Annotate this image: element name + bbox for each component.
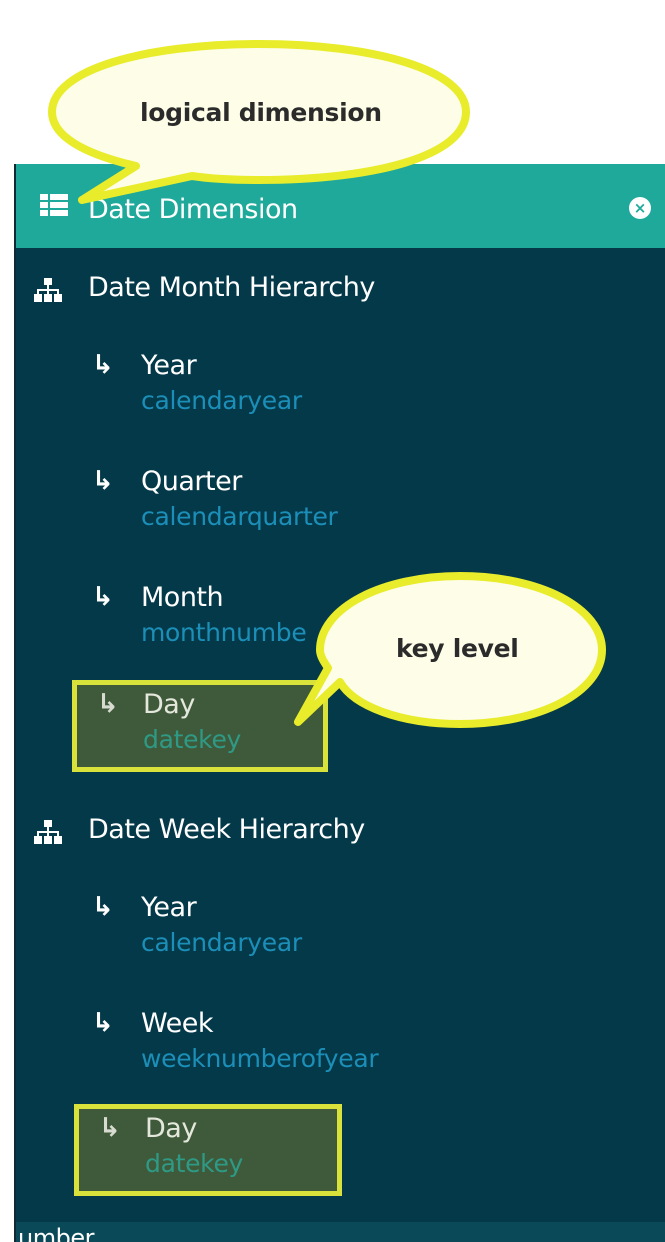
hierarchy-title: Date Month Hierarchy xyxy=(88,272,375,303)
level-name: Week xyxy=(141,1008,213,1039)
level-column: calendaryear xyxy=(141,386,302,415)
close-icon[interactable]: × xyxy=(629,197,651,219)
screenshot-canvas: Date Dimension × Date Month Hierarchy ↳ … xyxy=(0,0,665,1242)
bottom-cutoff-text: umber xyxy=(18,1224,94,1242)
level-arrow-icon: ↳ xyxy=(92,582,114,612)
level-name: Year xyxy=(141,892,197,923)
level-name: Day xyxy=(145,1113,197,1144)
level-name: Day xyxy=(143,689,195,720)
level-arrow-icon: ↳ xyxy=(92,350,114,380)
level-column: monthnumbe xyxy=(141,618,307,647)
callout-key-level: key level xyxy=(290,572,610,732)
level-column: calendarquarter xyxy=(141,502,338,531)
key-level-highlight[interactable]: ↳ Day datekey xyxy=(74,1104,342,1196)
level-arrow-icon: ↳ xyxy=(97,689,119,719)
callout-logical-dimension: logical dimension xyxy=(44,40,474,210)
hierarchy-icon xyxy=(34,278,62,302)
callout-text: key level xyxy=(396,634,519,663)
level-column: calendaryear xyxy=(141,928,302,957)
level-arrow-icon: ↳ xyxy=(99,1113,121,1143)
level-column: weeknumberofyear xyxy=(141,1044,379,1073)
level-name: Quarter xyxy=(141,466,242,497)
level-column: datekey xyxy=(145,1149,244,1178)
hierarchy-icon xyxy=(34,820,62,844)
next-dimension-strip xyxy=(16,1222,665,1242)
level-name: Year xyxy=(141,350,197,381)
level-arrow-icon: ↳ xyxy=(92,892,114,922)
hierarchy-title: Date Week Hierarchy xyxy=(88,814,365,845)
callout-text: logical dimension xyxy=(140,98,382,127)
level-name: Month xyxy=(141,582,224,613)
level-arrow-icon: ↳ xyxy=(92,466,114,496)
level-arrow-icon: ↳ xyxy=(92,1008,114,1038)
level-column: datekey xyxy=(143,725,242,754)
